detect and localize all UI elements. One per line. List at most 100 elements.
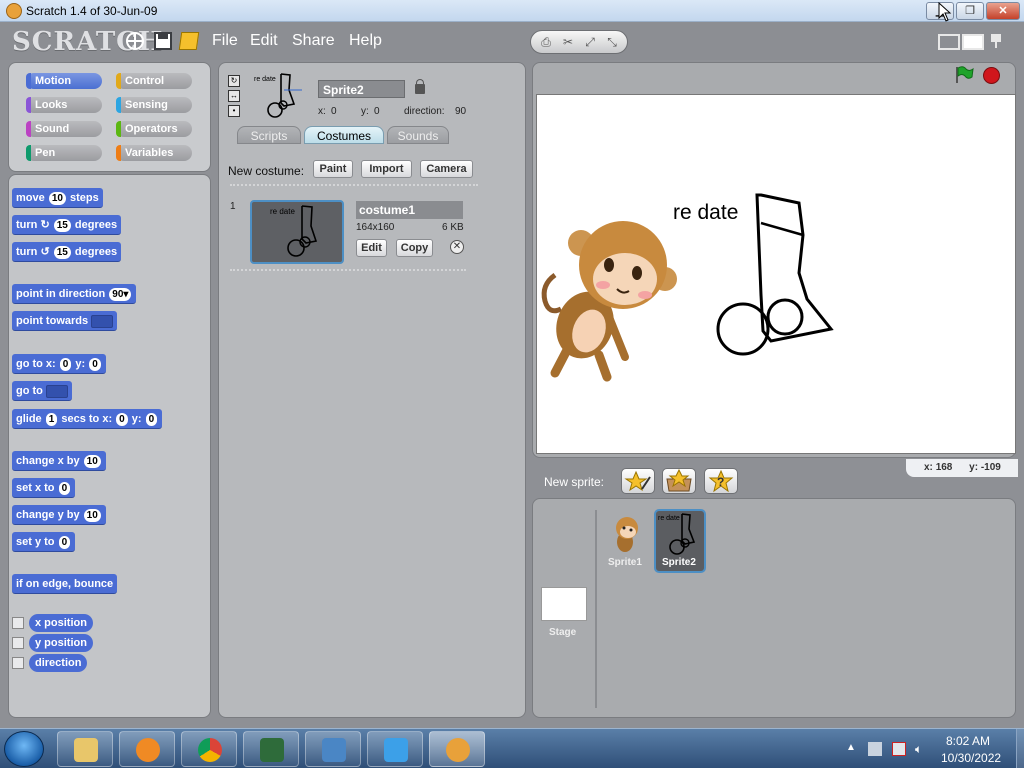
camera-button[interactable]: Camera <box>420 160 473 178</box>
block-move-steps[interactable]: move 10 steps <box>12 188 103 208</box>
stop-sign-icon[interactable] <box>983 67 1000 84</box>
category-pen[interactable]: Pen <box>26 145 102 161</box>
tab-scripts[interactable]: Scripts <box>237 126 301 144</box>
no-rotate-style-icon[interactable]: • <box>228 105 240 117</box>
tab-sounds[interactable]: Sounds <box>387 126 449 144</box>
block-point-in-direction[interactable]: point in direction 90▾ <box>12 284 137 304</box>
random-sprite-button[interactable]: ? <box>704 468 738 494</box>
taskbar-scratch[interactable] <box>429 731 485 767</box>
target-dropdown[interactable] <box>91 314 114 328</box>
category-sensing[interactable]: Sensing <box>116 97 192 113</box>
direction-dropdown[interactable]: 90▾ <box>109 288 132 301</box>
x-input[interactable]: 0 <box>59 358 72 371</box>
tab-costumes[interactable]: Costumes <box>304 126 384 144</box>
category-sound[interactable]: Sound <box>26 121 102 137</box>
block-turn-clockwise[interactable]: turn ↻ 15 degrees <box>12 215 122 235</box>
paint-button[interactable]: Paint <box>313 160 353 178</box>
stage-canvas[interactable]: re date <box>536 94 1016 454</box>
block-turn-counterclockwise[interactable]: turn ↺ 15 degrees <box>12 242 122 262</box>
show-desktop-button[interactable] <box>1016 729 1024 768</box>
duplicate-stamp-icon[interactable]: ⎙ <box>537 34 555 50</box>
block-change-y[interactable]: change y by 10 <box>12 505 106 525</box>
maximize-button[interactable]: ❐ <box>956 2 984 20</box>
block-point-towards[interactable]: point towards <box>12 311 118 331</box>
block-go-to[interactable]: go to <box>12 381 72 401</box>
lock-icon[interactable] <box>415 79 425 94</box>
reporter-y-position[interactable]: y position <box>29 634 93 652</box>
green-flag-icon[interactable] <box>954 66 974 84</box>
import-button[interactable]: Import <box>361 160 412 178</box>
category-operators[interactable]: Operators <box>116 121 192 137</box>
value-input[interactable]: 0 <box>58 482 71 495</box>
sprite-name-input[interactable]: Sprite2 <box>318 80 405 98</box>
sprite1-monkey[interactable] <box>541 221 677 382</box>
category-variables[interactable]: Variables <box>116 145 192 161</box>
block-set-x[interactable]: set x to 0 <box>12 478 76 498</box>
grow-icon[interactable]: ⤢ <box>581 34 599 50</box>
secs-input[interactable]: 1 <box>45 413 58 426</box>
taskbar-app-5[interactable] <box>305 731 361 767</box>
copy-costume-button[interactable]: Copy <box>396 239 433 257</box>
edit-costume-button[interactable]: Edit <box>356 239 387 257</box>
x-input[interactable]: 0 <box>116 413 128 426</box>
menu-share[interactable]: Share <box>292 32 335 50</box>
close-button[interactable]: ✕ <box>986 2 1020 20</box>
degrees-input[interactable]: 15 <box>53 219 71 232</box>
direction-checkbox[interactable] <box>12 657 24 669</box>
category-looks[interactable]: Looks <box>26 97 102 113</box>
category-motion[interactable]: Motion <box>26 73 102 89</box>
degrees-input[interactable]: 15 <box>53 246 71 259</box>
menu-help[interactable]: Help <box>349 32 382 50</box>
block-change-x[interactable]: change x by 10 <box>12 451 106 471</box>
delete-scissors-icon[interactable]: ✂ <box>559 34 577 50</box>
taskbar-chrome[interactable] <box>181 731 237 767</box>
value-input[interactable]: 10 <box>83 455 101 468</box>
language-globe-icon[interactable] <box>126 32 144 50</box>
costume-thumbnail[interactable]: re date <box>250 200 344 264</box>
save-icon[interactable] <box>154 32 172 50</box>
delete-costume-icon[interactable]: ✕ <box>450 240 464 254</box>
block-set-y[interactable]: set y to 0 <box>12 532 76 552</box>
y-input[interactable]: 0 <box>145 413 158 426</box>
block-go-to-xy[interactable]: go to x: 0 y: 0 <box>12 354 106 374</box>
costume-name-input[interactable]: costume1 <box>356 201 463 219</box>
category-control[interactable]: Control <box>116 73 192 89</box>
network-icon[interactable] <box>868 742 882 756</box>
value-input[interactable]: 10 <box>83 509 101 522</box>
paint-new-sprite-button[interactable] <box>621 468 655 494</box>
volume-icon[interactable]: 🔈︎ <box>915 742 929 756</box>
taskbar-media-player[interactable] <box>119 731 175 767</box>
value-input[interactable]: 0 <box>58 536 71 549</box>
sprite2-tile-selected[interactable]: re date Sprite2 <box>654 509 706 573</box>
taskbar-app-6[interactable] <box>367 731 423 767</box>
sprite1-label[interactable]: Sprite1 <box>608 557 642 568</box>
stage-thumbnail[interactable] <box>541 587 587 621</box>
clock-date[interactable]: 10/30/2022 <box>941 751 1001 765</box>
left-right-style-icon[interactable]: ↔ <box>228 90 240 102</box>
taskbar-explorer[interactable] <box>57 731 113 767</box>
shrink-icon[interactable]: ⤡ <box>603 34 621 50</box>
reporter-direction[interactable]: direction <box>29 654 88 672</box>
y-input[interactable]: 0 <box>89 358 101 371</box>
small-stage-icon[interactable] <box>938 34 960 50</box>
block-glide[interactable]: glide 1 secs to x: 0 y: 0 <box>12 409 163 429</box>
clock-time[interactable]: 8:02 AM <box>946 734 990 748</box>
menu-edit[interactable]: Edit <box>250 32 278 50</box>
x-position-checkbox[interactable] <box>12 617 24 629</box>
steps-input[interactable]: 10 <box>48 192 66 205</box>
y-position-checkbox[interactable] <box>12 637 24 649</box>
menu-file[interactable]: File <box>212 32 238 50</box>
action-center-icon[interactable] <box>892 742 906 756</box>
block-if-on-edge-bounce[interactable]: if on edge, bounce <box>12 574 118 594</box>
sprite2-drawing[interactable]: re date <box>673 193 834 356</box>
start-button[interactable] <box>4 731 44 767</box>
normal-stage-icon[interactable] <box>962 34 984 50</box>
presentation-mode-icon[interactable] <box>988 34 1002 50</box>
choose-sprite-from-file-button[interactable] <box>662 468 696 494</box>
sprite1-thumbnail[interactable] <box>610 514 644 554</box>
rotate-style-icon[interactable]: ↻ <box>228 75 240 87</box>
taskbar-app-4[interactable] <box>243 731 299 767</box>
target-dropdown[interactable] <box>45 384 68 398</box>
show-hidden-icons-icon[interactable]: ▲ <box>846 742 860 756</box>
reporter-x-position[interactable]: x position <box>29 614 93 632</box>
